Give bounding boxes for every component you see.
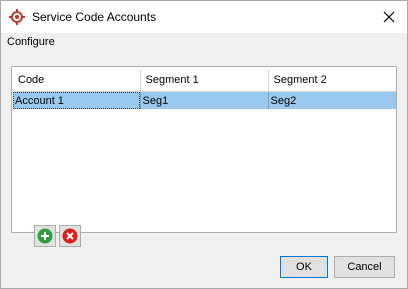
close-icon[interactable] bbox=[379, 7, 399, 27]
accounts-grid-panel: Code Segment 1 Segment 2 Account 1 Seg1 … bbox=[11, 66, 397, 233]
menu-item-configure[interactable]: Configure bbox=[7, 36, 55, 48]
cancel-button[interactable]: Cancel bbox=[334, 256, 395, 278]
table-row[interactable]: Account 1 Seg1 Seg2 bbox=[13, 91, 396, 109]
x-circle-icon bbox=[62, 228, 78, 244]
menu-bar: Configure bbox=[1, 33, 407, 51]
plus-circle-icon bbox=[37, 228, 53, 244]
column-header-code[interactable]: Code bbox=[13, 69, 141, 92]
window-title: Service Code Accounts bbox=[32, 10, 157, 24]
cell-segment-2[interactable]: Seg2 bbox=[268, 91, 396, 109]
ok-button[interactable]: OK bbox=[280, 256, 328, 278]
column-header-segment-2[interactable]: Segment 2 bbox=[268, 69, 396, 92]
title-bar: Service Code Accounts bbox=[1, 1, 407, 33]
add-row-button[interactable] bbox=[34, 225, 56, 247]
dialog-window: Service Code Accounts Configure Code Seg… bbox=[0, 0, 408, 289]
accounts-grid: Code Segment 1 Segment 2 Account 1 Seg1 … bbox=[13, 69, 396, 109]
cell-segment-1[interactable]: Seg1 bbox=[140, 91, 269, 109]
grid-header-row: Code Segment 1 Segment 2 bbox=[13, 69, 396, 92]
target-gear-icon bbox=[9, 9, 25, 25]
remove-row-button[interactable] bbox=[59, 225, 81, 247]
column-header-segment-1[interactable]: Segment 1 bbox=[140, 69, 269, 92]
cell-code[interactable]: Account 1 bbox=[13, 91, 141, 109]
